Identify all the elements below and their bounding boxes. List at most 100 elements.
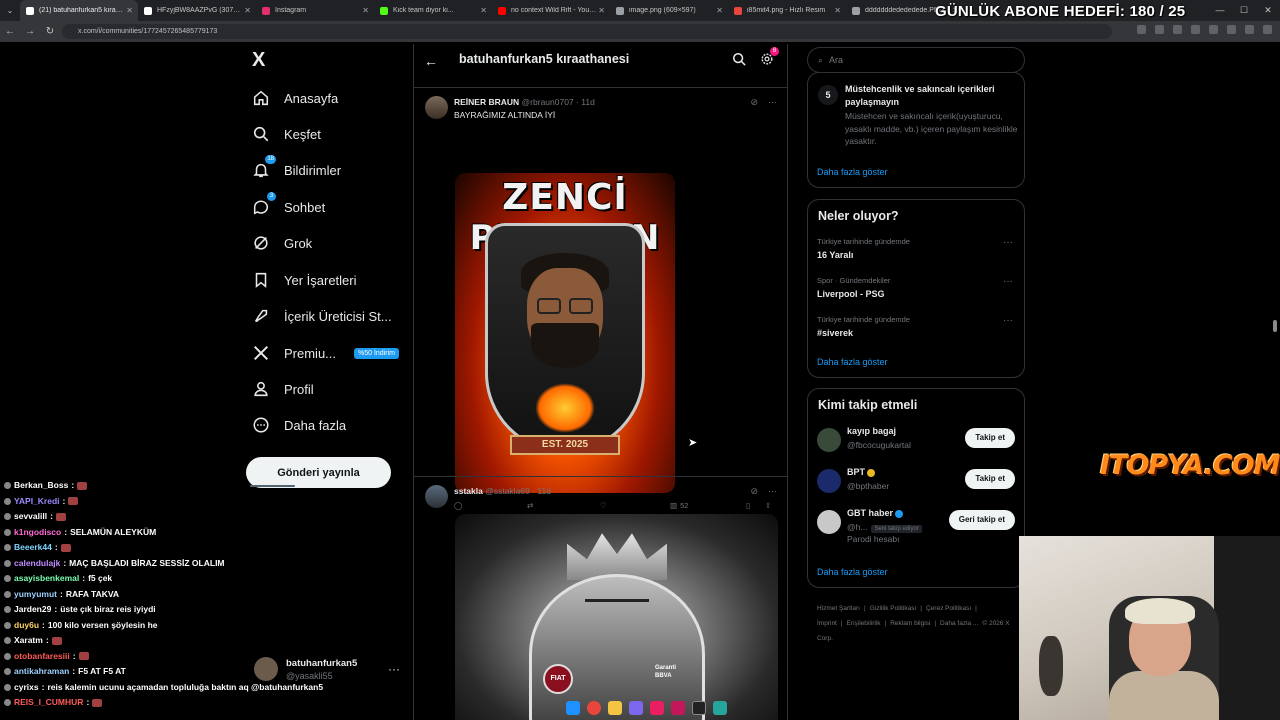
avatar[interactable] [425, 96, 448, 119]
trend-item[interactable]: Türkiye tarihinde gündemde 16 Yaralı ··· [817, 237, 1017, 260]
settings-button[interactable]: 8 [760, 47, 779, 66]
more-dots-icon[interactable]: ··· [388, 662, 400, 676]
chat-username[interactable]: Berkan_Boss [14, 478, 68, 494]
chat-username[interactable]: Xaratm [14, 633, 43, 649]
browser-tab[interactable]: image.png (609×597) ✕ [610, 0, 728, 21]
chat-username[interactable]: duy6u [14, 618, 39, 634]
show-more-link[interactable]: Daha fazla göster [817, 357, 888, 367]
windows-start-icon[interactable] [566, 701, 580, 715]
tab-close-icon[interactable]: ✕ [362, 6, 369, 15]
chrome-icon[interactable] [587, 701, 601, 715]
author-name[interactable]: REİNER BRAUN [454, 97, 519, 107]
back-arrow-icon[interactable]: ← [424, 53, 438, 69]
minimize-icon[interactable]: — [1208, 0, 1232, 21]
chat-username[interactable]: yumyumut [14, 587, 57, 603]
avatar[interactable] [817, 428, 841, 452]
scrollbar-thumb[interactable] [1273, 320, 1277, 332]
follow-suggestion[interactable]: GBT haber @h... Seni takip ediyor Parodi he… [817, 508, 1017, 544]
suggestion-name[interactable]: BPT [847, 467, 875, 477]
app-icon[interactable] [629, 701, 643, 715]
grok-icon[interactable]: ⊘ [750, 97, 758, 108]
maximize-icon[interactable]: ☐ [1232, 0, 1256, 21]
nav-item-x-premium[interactable]: Premiu... %50 İndirim [252, 341, 399, 365]
nav-item-grok[interactable]: Grok [252, 231, 312, 255]
tweet-time[interactable]: 11d [537, 486, 551, 496]
show-more-link[interactable]: Daha fazla göster [817, 167, 888, 177]
suggestion-name[interactable]: GBT haber [847, 508, 904, 518]
browser-tab[interactable]: i85mit4.png - Hızlı Resim ✕ [728, 0, 846, 21]
chat-username[interactable]: asayisbenkemal [14, 571, 79, 587]
search-input[interactable]: ⌕ Ara [807, 47, 1025, 73]
follow-suggestion[interactable]: BPT @bpthaber Takip et [817, 467, 1017, 497]
chat-username[interactable]: YAPI_Kredi [14, 494, 60, 510]
footer-link[interactable]: Reklam bilgisi [890, 620, 930, 627]
footer-link[interactable]: Çerez Politikası [926, 605, 971, 612]
post-button[interactable]: Gönderi yayınla [246, 457, 391, 488]
trend-item[interactable]: Spor · Gündemdekiler Liverpool - PSG ··· [817, 276, 1017, 299]
chat-username[interactable]: k1ngodisco [14, 525, 61, 541]
url-field[interactable]: x.com/i/communities/1772457265485779173 [62, 24, 1112, 39]
profile-avatar-icon[interactable] [1245, 25, 1254, 34]
extension-icon[interactable] [1137, 25, 1146, 34]
nav-item-profile[interactable]: Profil [252, 377, 314, 401]
search-icon[interactable] [732, 52, 746, 66]
follow-button[interactable]: Geri takip et [948, 510, 1015, 530]
browser-tab[interactable]: HFzyjBW8AAZPvG (3072×4096)✕ [138, 0, 256, 21]
browser-tab[interactable]: no context Wild Rift - YouTube ✕ [492, 0, 610, 21]
close-window-icon[interactable]: ✕ [1256, 0, 1280, 21]
follow-suggestion[interactable]: kayıp bagaj @fbcocugukartal Takip et [817, 426, 1017, 456]
chat-username[interactable]: sevvalill [14, 509, 47, 525]
nav-item-more-circle[interactable]: Daha fazla [252, 413, 346, 437]
tab-search-icon[interactable]: ⌄ [0, 6, 20, 15]
browser-tab[interactable]: (21) batuhanfurkan5 kıraathane✕ [20, 0, 138, 21]
extension-icon[interactable] [1191, 25, 1200, 34]
show-more-link[interactable]: Daha fazla göster [817, 567, 888, 577]
puzzle-icon[interactable] [1227, 25, 1236, 34]
footer-link[interactable]: Hizmet Şartları [817, 605, 860, 612]
grok-icon[interactable]: ⊘ [750, 486, 758, 497]
more-dots-icon[interactable]: ··· [1003, 315, 1013, 326]
more-dots-icon[interactable]: ··· [768, 486, 777, 497]
avatar[interactable] [817, 469, 841, 493]
chat-username[interactable]: otobanfaresiii [14, 649, 70, 665]
scrollbar[interactable] [1273, 44, 1279, 697]
tweet-image[interactable]: ZENCİ PENGUEN EST. 2025 [455, 173, 675, 493]
back-icon[interactable]: ← [0, 26, 20, 37]
extension-icon[interactable] [1209, 25, 1218, 34]
follow-button[interactable]: Takip et [965, 428, 1015, 448]
nav-item-rocket[interactable]: İçerik Üreticisi St... [252, 304, 392, 328]
browser-tab[interactable]: Instagram ✕ [256, 0, 374, 21]
app-icon[interactable] [713, 701, 727, 715]
star-icon[interactable] [1173, 25, 1182, 34]
tweet[interactable]: REİNER BRAUN @rbraun0707 · 11d ⊘ ··· BAY… [414, 88, 787, 510]
forward-icon[interactable]: → [20, 26, 40, 37]
folder-icon[interactable] [608, 701, 622, 715]
avatar[interactable] [425, 485, 448, 508]
reload-icon[interactable]: ↻ [40, 26, 60, 37]
nav-item-search[interactable]: Keşfet [252, 122, 321, 146]
menu-dots-icon[interactable] [1263, 25, 1272, 34]
author-handle[interactable]: @sstakla69 [485, 486, 530, 496]
chat-username[interactable]: Beeerk44 [14, 540, 52, 556]
app-icon[interactable] [692, 701, 706, 715]
nav-item-home[interactable]: Anasayfa [252, 86, 338, 110]
chat-username[interactable]: Jarden29 [14, 602, 51, 618]
follow-button[interactable]: Takip et [965, 469, 1015, 489]
more-dots-icon[interactable]: ··· [1003, 237, 1013, 248]
tweet-image[interactable]: FIAT Garanti BBVA [455, 514, 778, 720]
footer-link[interactable]: Daha fazla ... [940, 620, 978, 627]
browser-tab[interactable]: Kick team diyor ki... ✕ [374, 0, 492, 21]
footer-link[interactable]: Erişilebilirlik [847, 620, 881, 627]
footer-link[interactable]: Gizlilik Politikası [870, 605, 917, 612]
tab-close-icon[interactable]: ✕ [244, 6, 251, 15]
account-switcher[interactable]: batuhanfurkan5 @yasakli55 ··· [254, 654, 404, 684]
nav-item-bell[interactable]: 18 Bildirimler [252, 155, 341, 182]
tab-close-icon[interactable]: ✕ [480, 6, 487, 15]
x-logo[interactable]: X [252, 50, 272, 70]
tab-close-icon[interactable]: ✕ [716, 6, 723, 15]
tab-close-icon[interactable]: ✕ [834, 6, 841, 15]
chat-username[interactable]: cyrixs [14, 680, 39, 696]
nav-item-bookmark[interactable]: Yer İşaretleri [252, 268, 357, 292]
suggestion-name[interactable]: kayıp bagaj [847, 426, 896, 436]
nav-item-chat[interactable]: 3 Sohbet [252, 192, 325, 219]
